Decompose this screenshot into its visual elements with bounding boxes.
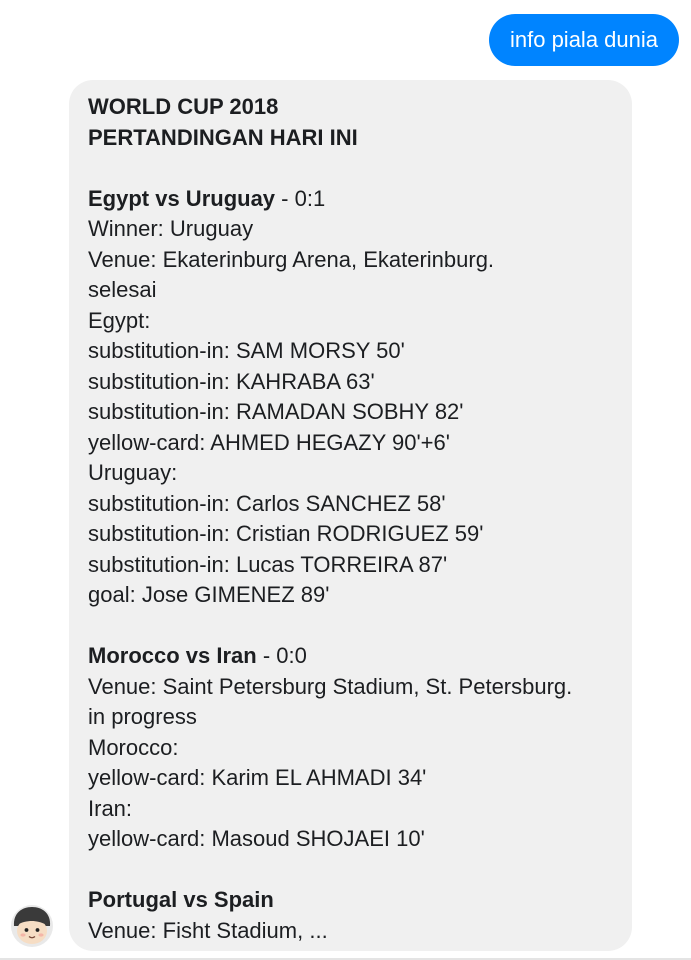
match-1-event: substitution-in: Cristian RODRIGUEZ 59' [88,521,484,546]
match-2-team-b: Iran: [88,795,133,821]
match-3-teams: Portugal vs Spain [88,887,274,912]
match-2-score: - 0:0 [256,643,307,668]
reply-header-subtitle: PERTANDINGAN HARI INI [88,124,358,150]
match-1-event: substitution-in: KAHRABA 63' [88,368,375,394]
match-1-team-b: Uruguay: [88,460,178,485]
match-1-event: substitution-in: RAMADAN SOBHY 82' [88,399,464,424]
match-2-venue: Venue: Saint Petersburg Stadium, St. Pet… [88,673,573,699]
match-3-venue: Venue: Fisht Stadium, ... [88,917,328,943]
match-2-heading: Morocco vs Iran - 0:0 [88,641,632,672]
sent-message-text: info piala dunia [509,27,658,52]
match-1-score: - 0:1 [275,185,326,211]
match-2-status: in progress [88,704,197,729]
match-2-event: yellow-card: Karim EL AHMADI 34' [88,765,427,790]
match-2-teams: Morocco vs Iran [88,643,257,668]
match-1-heading: Egypt vs Uruguay - 0:1 [88,184,632,215]
match-1-venue: Venue: Ekaterinburg Arena, Ekaterinburg. [88,246,495,272]
received-message-bubble[interactable]: WORLD CUP 2018 PERTANDINGAN HARI INI Egy… [69,80,632,951]
match-1-event: substitution-in: Carlos SANCHEZ 58' [88,490,446,516]
match-1-event: substitution-in: Lucas TORREIRA 87' [88,551,448,577]
match-1-status: selesai [88,277,157,302]
match-2-team-a: Morocco: [88,734,179,760]
match-1-team-a: Egypt: [88,307,151,333]
sent-message-bubble[interactable]: info piala dunia [488,14,679,66]
match-1-winner: Winner: Uruguay [88,216,254,241]
cartoon-face-avatar-icon[interactable] [10,904,54,948]
match-1-event: yellow-card: AHMED HEGAZY 90'+6' [88,429,450,455]
match-1-event: goal: Jose GIMENEZ 89' [88,582,330,607]
match-1-event: substitution-in: SAM MORSY 50' [88,338,405,363]
chat-window: info piala dunia WORLD CUP 2018 PERTANDI… [0,0,691,960]
match-2-event: yellow-card: Masoud SHOJAEI 10' [88,826,425,851]
reply-header-title: WORLD CUP 2018 [88,94,279,119]
match-1-teams: Egypt vs Uruguay [88,185,276,211]
